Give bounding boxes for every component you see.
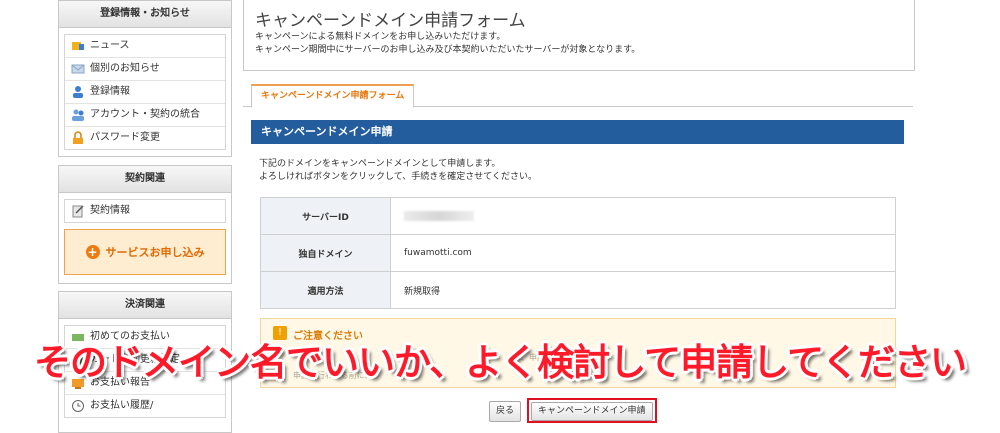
sidebar-list: 契約情報 [64,199,226,223]
intro-text: 下記のドメインをキャンペーンドメインとして申請します。 よろしければボタンをクリ… [259,158,537,184]
sidebar-list: ニュース 個別のお知らせ 登録情報 アカウント・契約の統合 パスワード変更 [64,34,226,150]
lock-icon [73,131,83,144]
row-value-domain: fuwamotti.com [390,234,896,272]
sidebar-item-label: お支払い履歴/ [90,400,154,411]
sidebar-item-account-merge[interactable]: アカウント・契約の統合 [65,104,225,127]
sidebar-item-label: アカウント・契約の統合 [90,109,200,120]
row-value-server-id [390,197,896,235]
apply-button-highlight: キャンペーンドメイン申請 [527,398,657,423]
page-description: キャンペーンによる無料ドメインをお申し込みいただけます。 キャンペーン期間中にサ… [255,31,640,57]
sidebar-item-personal-notice[interactable]: 個別のお知らせ [65,58,225,81]
tab-bar: キャンペーンドメイン申請フォーム [243,84,913,108]
sidebar-item-label: 契約情報 [90,205,130,216]
sidebar-item-news[interactable]: ニュース [65,35,225,58]
page-title: キャンペーンドメイン申請フォーム [255,11,526,31]
description-line: キャンペーン期間中にサーバーのお申し込み及び本契約いただいたサーバーが対象となり… [255,45,641,55]
back-button[interactable]: 戻る [489,401,522,422]
sidebar-item-contract-info[interactable]: 契約情報 [65,200,225,222]
intro-line: 下記のドメインをキャンペーンドメインとして申請します。 [259,159,501,169]
domain-info-table: サーバーID 独自ドメイン fuwamotti.com 適用方法 新規取得 [260,197,896,309]
table-row: 適用方法 新規取得 [260,271,896,309]
history-icon [72,400,84,412]
sidebar-item-label: パスワード変更 [90,132,160,143]
sidebar-item-registration[interactable]: 登録情報 [65,81,225,104]
campaign-domain-apply-button[interactable]: キャンペーンドメイン申請 [531,402,653,421]
overlay-caption: そのドメイン名でいいか、よく検討して申請してください [34,341,967,384]
table-row: サーバーID [260,197,896,235]
user-icon [73,86,83,98]
account-merge-icon [72,109,84,121]
sidebar-item-label: ニュース [90,40,130,51]
row-value-method: 新規取得 [390,271,896,309]
blurred-server-id [404,210,474,221]
sidebar-section-header: 決済関連 [59,292,231,319]
row-key-method: 適用方法 [260,271,391,309]
sidebar-item-label: 個別のお知らせ [90,63,160,74]
sidebar-item-label: 登録情報 [90,86,130,97]
sidebar-section-contract: 契約関連 契約情報 + サービスお申し込み [58,165,232,284]
sidebar-section-header: 登録情報・お知らせ [59,1,231,28]
service-apply-button[interactable]: + サービスお申し込み [64,229,226,275]
sidebar-item-password[interactable]: パスワード変更 [65,127,225,149]
news-icon [72,42,84,50]
table-row: 独自ドメイン fuwamotti.com [260,234,896,272]
sidebar-section-header: 契約関連 [59,166,231,193]
page-header: キャンペーンドメイン申請フォーム キャンペーンによる無料ドメインをお申し込みいた… [243,0,915,71]
description-line: キャンペーンによる無料ドメインをお申し込みいただけます。 [255,32,506,42]
mail-icon [71,64,85,74]
plus-circle-icon: + [85,245,100,259]
contract-icon [72,205,84,218]
tab-campaign-domain-form[interactable]: キャンペーンドメイン申請フォーム [251,84,415,108]
section-title: キャンペーンドメイン申請 [251,120,904,144]
row-key-domain: 独自ドメイン [260,234,391,272]
service-apply-label: サービスお申し込み [105,246,205,259]
sidebar-item-payment-history[interactable]: お支払い履歴/ [65,395,225,417]
sidebar-section-info: 登録情報・お知らせ ニュース 個別のお知らせ 登録情報 アカウント・契約の統合 … [58,0,232,157]
intro-line: よろしければボタンをクリックして、手続きを確定させてください。 [259,172,538,182]
row-key-server-id: サーバーID [260,197,391,235]
